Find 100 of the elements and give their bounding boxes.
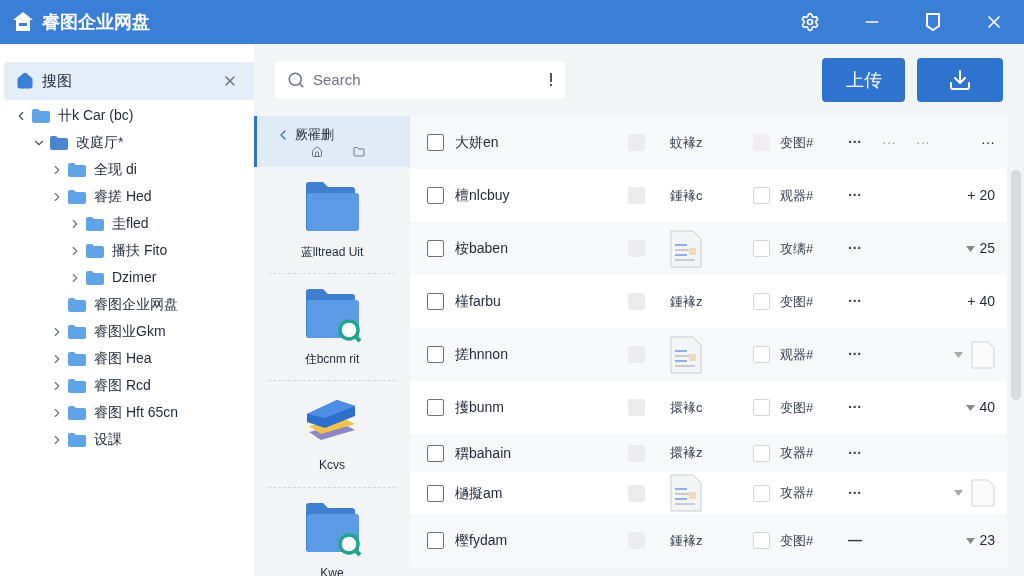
folder-icon [68, 405, 86, 420]
file-type: 鍾褖c [670, 186, 704, 205]
checkbox[interactable] [427, 399, 444, 416]
upload-button[interactable]: 上传 [822, 58, 905, 102]
down-triangle-icon [966, 537, 976, 544]
blank-page-icon [971, 479, 995, 507]
more-actions[interactable]: ··· [848, 397, 862, 418]
file-tag: 变图# [780, 397, 848, 418]
more-actions[interactable]: ··· [848, 344, 862, 365]
file-tag: 变图# [780, 291, 848, 312]
file-name: 搓hnnon [455, 345, 509, 364]
document-icon [670, 474, 702, 512]
more-actions[interactable]: ··· [848, 132, 862, 153]
document-icon [670, 229, 702, 268]
file-row[interactable]: 搓hnnon 观器# ··· [410, 328, 1007, 381]
trend-value: 23 [979, 531, 995, 550]
search-field[interactable]: Search [275, 61, 565, 99]
file-row[interactable]: 桉baben 攻缡# ··· 25 [410, 222, 1007, 275]
file-name: 穓bahain [455, 443, 513, 463]
tree-item[interactable]: 睿图 Rcd [94, 375, 151, 396]
folder-icon[interactable] [353, 146, 365, 159]
folder-icon [50, 135, 68, 150]
tree-item[interactable]: 圭fled [112, 213, 149, 234]
trend-value: + 20 [967, 186, 995, 205]
folder-icon [68, 297, 86, 312]
file-name: 檀nlcbuy [455, 186, 511, 205]
sidebar-header-label: 搜图 [42, 70, 73, 91]
folder-icon [68, 378, 86, 393]
file-tag: 攻缡# [780, 238, 848, 259]
place-label: 厥罹删 [295, 125, 334, 144]
file-tag: 攻器# [780, 443, 848, 463]
checkbox[interactable] [427, 187, 444, 204]
tree-item[interactable]: 睿图 Hea [94, 348, 152, 369]
checkbox[interactable] [427, 346, 444, 363]
folder-icon [68, 324, 86, 339]
more-actions[interactable]: ··· [848, 482, 862, 504]
home-icon[interactable] [311, 146, 323, 159]
file-type: 蚊褖z [670, 133, 704, 152]
search-input[interactable]: Search [313, 68, 549, 92]
sidebar-header[interactable]: 搜图 [4, 62, 254, 100]
file-name: 桉baben [455, 239, 509, 258]
place-item[interactable]: 厥罹删 [254, 116, 410, 167]
file-tag: 观器# [780, 344, 848, 365]
tree-item[interactable]: 播扶 Fito [112, 240, 168, 261]
window-title: 睿图企业网盘 [42, 10, 150, 34]
tree-item[interactable]: 睿图业Gkm [94, 321, 166, 342]
trend-value: ··· [981, 133, 995, 152]
blank-page-icon [971, 340, 995, 369]
file-name: 檛擬am [455, 483, 504, 503]
maximize-icon[interactable] [924, 12, 942, 32]
tree-item[interactable]: 卄k Car (bc) [58, 105, 134, 126]
file-type: 擐褖z [670, 444, 704, 463]
checkbox[interactable] [427, 134, 444, 151]
tree-item[interactable]: 改庭厅* [76, 132, 124, 153]
tree-item[interactable]: 睿图 Hft 65cn [94, 402, 179, 423]
more-actions[interactable]: ··· [848, 185, 862, 206]
download-button[interactable] [917, 58, 1003, 102]
place-label: 住bcnm rit [304, 351, 360, 368]
tree-item[interactable]: Dzimer [112, 267, 157, 288]
tree-item[interactable]: 全现 di [94, 159, 137, 180]
folder-icon [68, 432, 86, 447]
file-tag: 变图# [780, 132, 848, 153]
file-tag: 攻器# [780, 483, 848, 503]
file-name: 大姘en [455, 133, 500, 152]
file-row[interactable]: 檛擬am 攻器# ··· [410, 472, 1007, 514]
folder-icon [86, 216, 104, 231]
checkbox[interactable] [427, 293, 444, 310]
place-item[interactable]: Kcvs [268, 381, 396, 488]
tree-item[interactable]: 睿搓 Hed [94, 186, 152, 207]
file-row[interactable]: 穓bahain 擐褖z 攻器# ··· [410, 434, 1007, 472]
folder-icon [68, 162, 86, 177]
place-item[interactable]: 住bcnm rit [268, 274, 396, 381]
search-icon [287, 71, 305, 89]
file-type: 鍾褖z [670, 292, 704, 311]
trend-value: + 40 [967, 292, 995, 311]
more-actions[interactable]: ··· [848, 291, 862, 312]
down-triangle-icon [954, 351, 963, 358]
more-actions[interactable]: ··· [848, 442, 862, 464]
settings-icon[interactable] [800, 12, 820, 32]
download-icon [948, 68, 972, 92]
folder-icon [68, 351, 86, 366]
more-actions[interactable]: — [848, 530, 862, 551]
file-name: 樫fydam [455, 531, 509, 550]
file-type: 鍾褖z [670, 531, 704, 550]
file-name: 擭bunm [455, 398, 506, 417]
file-row[interactable]: 樫fydam 鍾褖z 变图# — 23 [410, 514, 1007, 567]
tree-item[interactable]: 设課 [94, 429, 122, 450]
checkbox[interactable] [427, 532, 444, 549]
tree-item[interactable]: 睿图企业网盘 [94, 294, 178, 315]
folder-icon [32, 108, 50, 123]
more-actions[interactable]: ··· [848, 238, 862, 259]
file-row[interactable]: 擭bunm 擐褖c 变图# ··· 40 [410, 381, 1007, 434]
checkbox[interactable] [427, 240, 444, 257]
checkbox[interactable] [427, 484, 444, 502]
place-item[interactable]: 蓝lltread Uit [268, 167, 396, 274]
down-triangle-icon [966, 404, 976, 411]
checkbox[interactable] [427, 444, 444, 462]
file-row[interactable]: 槿farbu 鍾褖z 变图# ··· + 40 [410, 275, 1007, 328]
file-row[interactable]: 檀nlcbuy 鍾褖c 观器# ··· + 20 [410, 169, 1007, 222]
file-row[interactable]: 大姘en 蚊褖z 变图# ··· ··· ··· ··· [410, 116, 1007, 169]
